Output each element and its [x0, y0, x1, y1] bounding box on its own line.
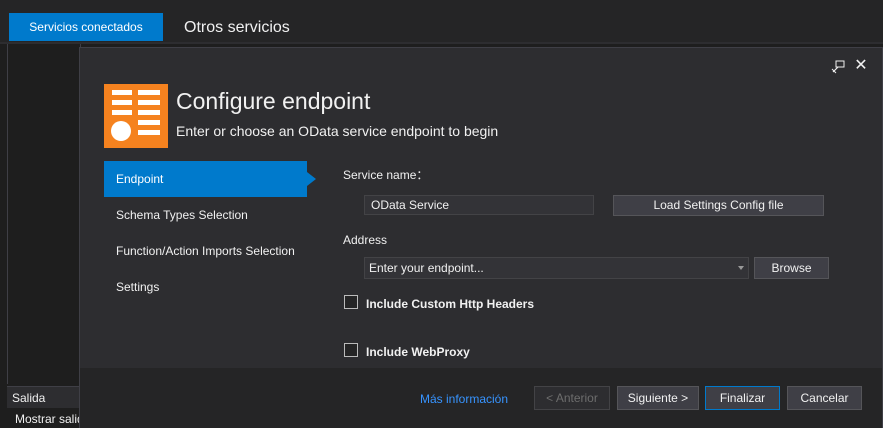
address-input-text: Enter your endpoint...	[369, 261, 484, 275]
output-panel-title[interactable]: Salida	[7, 386, 79, 408]
finish-button[interactable]: Finalizar	[705, 386, 780, 410]
tab-other-services[interactable]: Otros servicios	[184, 19, 290, 37]
pin-icon[interactable]	[830, 59, 846, 75]
tab-connected-services[interactable]: Servicios conectados	[9, 13, 163, 41]
nav-item-function-imports[interactable]: Function/Action Imports Selection	[104, 233, 307, 269]
dialog-title: Configure endpoint	[176, 88, 371, 114]
include-headers-label[interactable]: Include Custom Http Headers	[366, 297, 534, 311]
nav-item-schema-types[interactable]: Schema Types Selection	[104, 197, 307, 233]
service-name-label: Service name：	[343, 168, 429, 182]
dialog-subtitle: Enter or choose an OData service endpoin…	[176, 123, 499, 139]
include-headers-checkbox[interactable]	[344, 295, 358, 309]
nav-item-endpoint[interactable]: Endpoint	[104, 161, 307, 197]
tab-bar-divider	[0, 42, 883, 44]
include-webproxy-checkbox[interactable]	[344, 343, 358, 357]
configure-endpoint-dialog: ✕ Configure endpoint Enter or choose an …	[79, 47, 883, 428]
cancel-button[interactable]: Cancelar	[787, 386, 862, 410]
close-icon[interactable]: ✕	[854, 57, 868, 75]
nav-item-settings[interactable]: Settings	[104, 269, 307, 305]
ide-left-panel	[7, 44, 81, 384]
odata-logo-icon	[104, 84, 168, 148]
more-info-link[interactable]: Más información	[420, 392, 508, 406]
address-combobox[interactable]: Enter your endpoint...	[364, 257, 749, 279]
combo-chevron-icon[interactable]	[738, 266, 744, 270]
output-show-label: Mostrar salida	[15, 412, 79, 426]
address-label: Address	[343, 233, 388, 247]
service-name-input[interactable]: OData Service	[364, 195, 594, 215]
previous-button[interactable]: < Anterior	[534, 386, 610, 410]
include-webproxy-label[interactable]: Include WebProxy	[366, 345, 470, 359]
browse-button[interactable]: Browse	[754, 257, 829, 279]
load-settings-button[interactable]: Load Settings Config file	[613, 195, 824, 216]
nav-active-arrow	[307, 172, 316, 186]
next-button[interactable]: Siguiente >	[617, 386, 699, 410]
